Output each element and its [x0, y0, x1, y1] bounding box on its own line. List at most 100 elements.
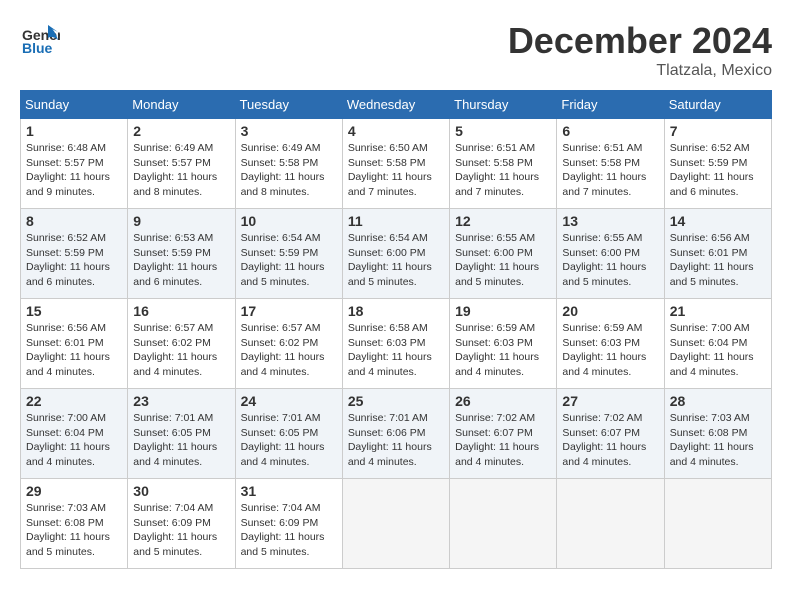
- day-detail: Sunrise: 6:58 AMSunset: 6:03 PMDaylight:…: [348, 321, 444, 380]
- logo-icon: General Blue: [20, 20, 60, 65]
- day-detail: Sunrise: 6:54 AMSunset: 5:59 PMDaylight:…: [241, 231, 337, 290]
- table-row: 8 Sunrise: 6:52 AMSunset: 5:59 PMDaylight…: [21, 209, 128, 299]
- table-row: 26 Sunrise: 7:02 AMSunset: 6:07 PMDayligh…: [450, 389, 557, 479]
- table-row: 6 Sunrise: 6:51 AMSunset: 5:58 PMDaylight…: [557, 119, 664, 209]
- day-number: 8: [26, 213, 122, 229]
- table-row: 22Sunrise: 7:00 AMSunset: 6:04 PMDayligh…: [21, 389, 128, 479]
- table-row: 30 Sunrise: 7:04 AMSunset: 6:09 PMDayligh…: [128, 479, 235, 569]
- day-number: 18: [348, 303, 444, 319]
- day-detail: Sunrise: 6:57 AMSunset: 6:02 PMDaylight:…: [133, 321, 229, 380]
- logo: General Blue: [20, 20, 60, 65]
- day-number: 16: [133, 303, 229, 319]
- day-detail: Sunrise: 7:01 AMSunset: 6:06 PMDaylight:…: [348, 411, 444, 470]
- day-number: 19: [455, 303, 551, 319]
- svg-text:Blue: Blue: [22, 40, 53, 56]
- day-number: 28: [670, 393, 766, 409]
- table-row: 25 Sunrise: 7:01 AMSunset: 6:06 PMDayligh…: [342, 389, 449, 479]
- table-row: [557, 479, 664, 569]
- day-number: 23: [133, 393, 229, 409]
- day-number: 1: [26, 123, 122, 139]
- day-number: 13: [562, 213, 658, 229]
- day-detail: Sunrise: 6:57 AMSunset: 6:02 PMDaylight:…: [241, 321, 337, 380]
- table-row: 7 Sunrise: 6:52 AMSunset: 5:59 PMDaylight…: [664, 119, 771, 209]
- calendar-week-row: 1 Sunrise: 6:48 AMSunset: 5:57 PMDaylight…: [21, 119, 772, 209]
- day-number: 25: [348, 393, 444, 409]
- day-detail: Sunrise: 6:50 AMSunset: 5:58 PMDaylight:…: [348, 141, 444, 200]
- day-number: 30: [133, 483, 229, 499]
- table-row: 10 Sunrise: 6:54 AMSunset: 5:59 PMDayligh…: [235, 209, 342, 299]
- table-row: 3 Sunrise: 6:49 AMSunset: 5:58 PMDaylight…: [235, 119, 342, 209]
- title-block: December 2024 Tlatzala, Mexico: [508, 20, 772, 80]
- day-number: 6: [562, 123, 658, 139]
- header-wednesday: Wednesday: [342, 91, 449, 119]
- day-detail: Sunrise: 6:49 AMSunset: 5:58 PMDaylight:…: [241, 141, 337, 200]
- day-detail: Sunrise: 7:02 AMSunset: 6:07 PMDaylight:…: [562, 411, 658, 470]
- table-row: 17 Sunrise: 6:57 AMSunset: 6:02 PMDayligh…: [235, 299, 342, 389]
- table-row: 15 Sunrise: 6:56 AMSunset: 6:01 PMDayligh…: [21, 299, 128, 389]
- day-detail: Sunrise: 6:56 AMSunset: 6:01 PMDaylight:…: [26, 321, 122, 380]
- day-detail: Sunrise: 6:56 AMSunset: 6:01 PMDaylight:…: [670, 231, 766, 290]
- day-detail: Sunrise: 7:02 AMSunset: 6:07 PMDaylight:…: [455, 411, 551, 470]
- day-detail: Sunrise: 6:52 AMSunset: 5:59 PMDaylight:…: [670, 141, 766, 200]
- day-number: 12: [455, 213, 551, 229]
- calendar-week-row: 22Sunrise: 7:00 AMSunset: 6:04 PMDayligh…: [21, 389, 772, 479]
- header-tuesday: Tuesday: [235, 91, 342, 119]
- calendar-week-row: 29Sunrise: 7:03 AMSunset: 6:08 PMDayligh…: [21, 479, 772, 569]
- header-sunday: Sunday: [21, 91, 128, 119]
- day-detail: Sunrise: 7:04 AMSunset: 6:09 PMDaylight:…: [133, 501, 229, 560]
- page-header: General Blue December 2024 Tlatzala, Mex…: [20, 20, 772, 80]
- table-row: 19 Sunrise: 6:59 AMSunset: 6:03 PMDayligh…: [450, 299, 557, 389]
- table-row: 13 Sunrise: 6:55 AMSunset: 6:00 PMDayligh…: [557, 209, 664, 299]
- table-row: 18 Sunrise: 6:58 AMSunset: 6:03 PMDayligh…: [342, 299, 449, 389]
- day-detail: Sunrise: 6:48 AMSunset: 5:57 PMDaylight:…: [26, 141, 122, 200]
- table-row: 29Sunrise: 7:03 AMSunset: 6:08 PMDayligh…: [21, 479, 128, 569]
- table-row: 9 Sunrise: 6:53 AMSunset: 5:59 PMDaylight…: [128, 209, 235, 299]
- day-detail: Sunrise: 6:49 AMSunset: 5:57 PMDaylight:…: [133, 141, 229, 200]
- day-detail: Sunrise: 6:52 AMSunset: 5:59 PMDaylight:…: [26, 231, 122, 290]
- table-row: 23 Sunrise: 7:01 AMSunset: 6:05 PMDayligh…: [128, 389, 235, 479]
- month-title: December 2024: [508, 20, 772, 62]
- day-detail: Sunrise: 6:55 AMSunset: 6:00 PMDaylight:…: [562, 231, 658, 290]
- day-detail: Sunrise: 6:51 AMSunset: 5:58 PMDaylight:…: [562, 141, 658, 200]
- table-row: [450, 479, 557, 569]
- day-number: 21: [670, 303, 766, 319]
- day-number: 26: [455, 393, 551, 409]
- day-number: 29: [26, 483, 122, 499]
- calendar-week-row: 15 Sunrise: 6:56 AMSunset: 6:01 PMDayligh…: [21, 299, 772, 389]
- day-number: 3: [241, 123, 337, 139]
- day-detail: Sunrise: 6:59 AMSunset: 6:03 PMDaylight:…: [455, 321, 551, 380]
- day-number: 17: [241, 303, 337, 319]
- day-number: 22: [26, 393, 122, 409]
- day-detail: Sunrise: 6:51 AMSunset: 5:58 PMDaylight:…: [455, 141, 551, 200]
- table-row: [664, 479, 771, 569]
- day-detail: Sunrise: 7:00 AMSunset: 6:04 PMDaylight:…: [670, 321, 766, 380]
- day-number: 5: [455, 123, 551, 139]
- day-number: 10: [241, 213, 337, 229]
- day-number: 14: [670, 213, 766, 229]
- calendar-header-row: Sunday Monday Tuesday Wednesday Thursday…: [21, 91, 772, 119]
- day-detail: Sunrise: 6:53 AMSunset: 5:59 PMDaylight:…: [133, 231, 229, 290]
- day-detail: Sunrise: 6:55 AMSunset: 6:00 PMDaylight:…: [455, 231, 551, 290]
- header-thursday: Thursday: [450, 91, 557, 119]
- day-number: 4: [348, 123, 444, 139]
- table-row: 27Sunrise: 7:02 AMSunset: 6:07 PMDayligh…: [557, 389, 664, 479]
- header-monday: Monday: [128, 91, 235, 119]
- day-detail: Sunrise: 7:04 AMSunset: 6:09 PMDaylight:…: [241, 501, 337, 560]
- day-number: 20: [562, 303, 658, 319]
- day-detail: Sunrise: 7:01 AMSunset: 6:05 PMDaylight:…: [241, 411, 337, 470]
- day-number: 9: [133, 213, 229, 229]
- day-detail: Sunrise: 6:59 AMSunset: 6:03 PMDaylight:…: [562, 321, 658, 380]
- calendar-week-row: 8 Sunrise: 6:52 AMSunset: 5:59 PMDaylight…: [21, 209, 772, 299]
- day-detail: Sunrise: 6:54 AMSunset: 6:00 PMDaylight:…: [348, 231, 444, 290]
- table-row: 5 Sunrise: 6:51 AMSunset: 5:58 PMDaylight…: [450, 119, 557, 209]
- day-detail: Sunrise: 7:01 AMSunset: 6:05 PMDaylight:…: [133, 411, 229, 470]
- day-number: 7: [670, 123, 766, 139]
- table-row: 21 Sunrise: 7:00 AMSunset: 6:04 PMDayligh…: [664, 299, 771, 389]
- day-number: 31: [241, 483, 337, 499]
- table-row: 14 Sunrise: 6:56 AMSunset: 6:01 PMDayligh…: [664, 209, 771, 299]
- day-number: 15: [26, 303, 122, 319]
- day-number: 2: [133, 123, 229, 139]
- table-row: 12 Sunrise: 6:55 AMSunset: 6:00 PMDayligh…: [450, 209, 557, 299]
- table-row: 31 Sunrise: 7:04 AMSunset: 6:09 PMDayligh…: [235, 479, 342, 569]
- table-row: 11Sunrise: 6:54 AMSunset: 6:00 PMDayligh…: [342, 209, 449, 299]
